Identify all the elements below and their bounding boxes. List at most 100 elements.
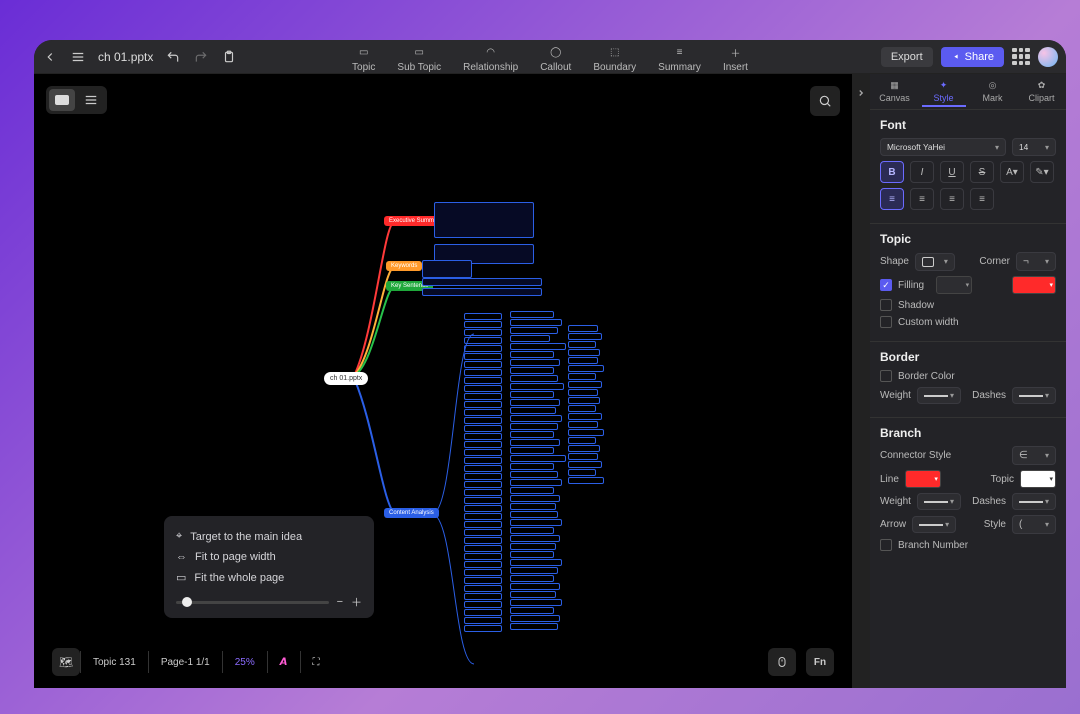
tool-summary[interactable]: ≡Summary bbox=[658, 44, 701, 73]
font-color-icon[interactable]: A▾ bbox=[1000, 161, 1024, 183]
bold-icon[interactable]: B bbox=[880, 161, 904, 183]
font-size-select[interactable]: 14▾ bbox=[1012, 138, 1056, 156]
tool-boundary[interactable]: ⬚Boundary bbox=[593, 44, 636, 73]
shape-select[interactable]: ▾ bbox=[915, 253, 955, 271]
zoom-minus-icon[interactable]: − bbox=[337, 596, 343, 608]
target-icon: ⌖ bbox=[176, 530, 182, 543]
branch-number-checkbox[interactable] bbox=[880, 539, 892, 551]
ai-icon[interactable]: 𝘼 bbox=[268, 651, 300, 674]
tool-subtopic[interactable]: ▭Sub Topic bbox=[397, 44, 441, 73]
corner-select[interactable]: ¬▾ bbox=[1016, 252, 1056, 271]
style-icon: ✦ bbox=[940, 80, 948, 91]
tool-label: Summary bbox=[658, 62, 701, 73]
weight-select[interactable]: ▾ bbox=[917, 387, 961, 404]
underline-icon[interactable]: U bbox=[940, 161, 964, 183]
align-center-icon[interactable]: ≡ bbox=[910, 188, 934, 210]
border-color-checkbox[interactable] bbox=[880, 370, 892, 382]
tool-label: Callout bbox=[540, 62, 571, 73]
paste-icon[interactable] bbox=[221, 49, 237, 65]
fit-width-icon: ⇔ bbox=[176, 551, 187, 563]
weight-label: Weight bbox=[880, 496, 911, 507]
function-icon[interactable]: Fn bbox=[806, 648, 834, 676]
highlight-icon[interactable]: ✎▾ bbox=[1030, 161, 1054, 183]
custom-width-checkbox[interactable] bbox=[880, 316, 892, 328]
align-right-icon[interactable]: ≡ bbox=[940, 188, 964, 210]
tab-style[interactable]: ✦Style bbox=[922, 78, 966, 107]
branch-style-select[interactable]: (▾ bbox=[1012, 515, 1056, 534]
mindmap-node[interactable] bbox=[434, 202, 534, 238]
mindmap-root[interactable]: ch 01.pptx bbox=[324, 372, 368, 385]
section-title: Font bbox=[880, 118, 1056, 132]
status-topic-count: Topic 131 bbox=[81, 651, 148, 674]
mindmap-node[interactable] bbox=[422, 288, 542, 296]
strike-icon[interactable]: S bbox=[970, 161, 994, 183]
panel-collapse-icon[interactable] bbox=[852, 74, 870, 688]
search-icon[interactable] bbox=[810, 86, 840, 116]
view-outline-icon[interactable] bbox=[78, 89, 104, 111]
chevron-down-icon: ▾ bbox=[950, 497, 954, 506]
font-family-select[interactable]: Microsoft YaHei▾ bbox=[880, 138, 1006, 156]
menu-icon[interactable] bbox=[70, 49, 86, 65]
branch-topic-label: Topic bbox=[991, 474, 1014, 485]
shadow-label: Shadow bbox=[898, 300, 934, 311]
app-window: ch 01.pptx ▭Topic ▭Sub Topic ◠Relationsh… bbox=[34, 40, 1066, 688]
section-branch: Branch Connector Style ∈▾ Line ▾ Topic ▾… bbox=[870, 418, 1066, 564]
share-button[interactable]: Share bbox=[941, 47, 1004, 67]
tab-label: Clipart bbox=[1028, 93, 1054, 103]
tab-clipart[interactable]: ✿Clipart bbox=[1020, 78, 1064, 107]
corner-label: Corner bbox=[979, 256, 1010, 267]
tab-canvas[interactable]: ▦Canvas bbox=[873, 78, 917, 107]
top-right-group: Export Share bbox=[881, 47, 1058, 67]
align-left-icon[interactable]: ≡ bbox=[880, 188, 904, 210]
zoom-target-main[interactable]: ⌖ Target to the main idea bbox=[176, 526, 362, 547]
outline-map-icon[interactable]: 🗺 bbox=[52, 648, 80, 676]
shadow-checkbox[interactable] bbox=[880, 299, 892, 311]
mindmap-node[interactable]: Content Analysis bbox=[384, 508, 439, 518]
tab-mark[interactable]: ◎Mark bbox=[971, 78, 1015, 107]
mindmap-node[interactable] bbox=[422, 260, 472, 278]
tool-relationship[interactable]: ◠Relationship bbox=[463, 44, 518, 73]
filling-label: Filling bbox=[898, 280, 924, 291]
zoom-slider[interactable] bbox=[176, 601, 329, 604]
fullscreen-icon[interactable]: ⛶ bbox=[301, 651, 332, 674]
zoom-item-label: Fit to page width bbox=[195, 551, 276, 563]
branch-weight-select[interactable]: ▾ bbox=[917, 493, 961, 510]
section-title: Topic bbox=[880, 232, 1056, 246]
status-bar: 🗺 Topic 131 Page-1 1/1 25% 𝘼 ⛶ bbox=[52, 648, 332, 676]
dashes-select[interactable]: ▾ bbox=[1012, 387, 1056, 404]
zoom-item-label: Target to the main idea bbox=[190, 531, 302, 543]
undo-icon[interactable] bbox=[165, 49, 181, 65]
arrow-select[interactable]: ▾ bbox=[912, 516, 956, 533]
tool-callout[interactable]: ◯Callout bbox=[540, 44, 571, 73]
avatar[interactable] bbox=[1038, 47, 1058, 67]
line-color-swatch[interactable]: ▾ bbox=[905, 470, 941, 488]
tool-topic[interactable]: ▭Topic bbox=[352, 44, 375, 73]
zoom-item-label: Fit the whole page bbox=[194, 572, 284, 584]
align-justify-icon[interactable]: ≡ bbox=[970, 188, 994, 210]
fill-color-swatch[interactable]: ▾ bbox=[1012, 276, 1056, 294]
back-icon[interactable] bbox=[42, 49, 58, 65]
apps-icon[interactable] bbox=[1012, 48, 1030, 66]
filling-checkbox[interactable]: ✓ bbox=[880, 279, 892, 291]
zoom-fit-width[interactable]: ⇔ Fit to page width bbox=[176, 547, 362, 567]
view-map-icon[interactable] bbox=[49, 89, 75, 111]
zoom-fit-page[interactable]: ▭Fit the whole page bbox=[176, 567, 362, 588]
redo-icon[interactable] bbox=[193, 49, 209, 65]
branch-dashes-select[interactable]: ▾ bbox=[1012, 493, 1056, 510]
italic-icon[interactable]: I bbox=[910, 161, 934, 183]
topic-color-swatch[interactable]: ▾ bbox=[1020, 470, 1056, 488]
canvas[interactable]: ch 01.pptx Executive Summary Keywords Ke… bbox=[34, 74, 852, 688]
zoom-slider-row: − ＋ bbox=[176, 594, 362, 610]
mindmap-node[interactable] bbox=[422, 278, 542, 286]
fill-pattern-select[interactable]: ▾ bbox=[936, 276, 972, 294]
weight-label: Weight bbox=[880, 390, 911, 401]
zoom-value[interactable]: 25% bbox=[223, 651, 267, 674]
connector-select[interactable]: ∈▾ bbox=[1012, 446, 1056, 465]
zoom-plus-icon[interactable]: ＋ bbox=[351, 594, 362, 610]
chevron-down-icon: ▾ bbox=[1045, 391, 1049, 400]
tool-insert[interactable]: ＋Insert bbox=[723, 44, 748, 73]
style-panel: ▦Canvas ✦Style ◎Mark ✿Clipart Font Micro… bbox=[870, 74, 1066, 688]
mindmap-node[interactable]: Keywords bbox=[386, 261, 422, 271]
export-button[interactable]: Export bbox=[881, 47, 933, 67]
mouse-icon[interactable] bbox=[768, 648, 796, 676]
